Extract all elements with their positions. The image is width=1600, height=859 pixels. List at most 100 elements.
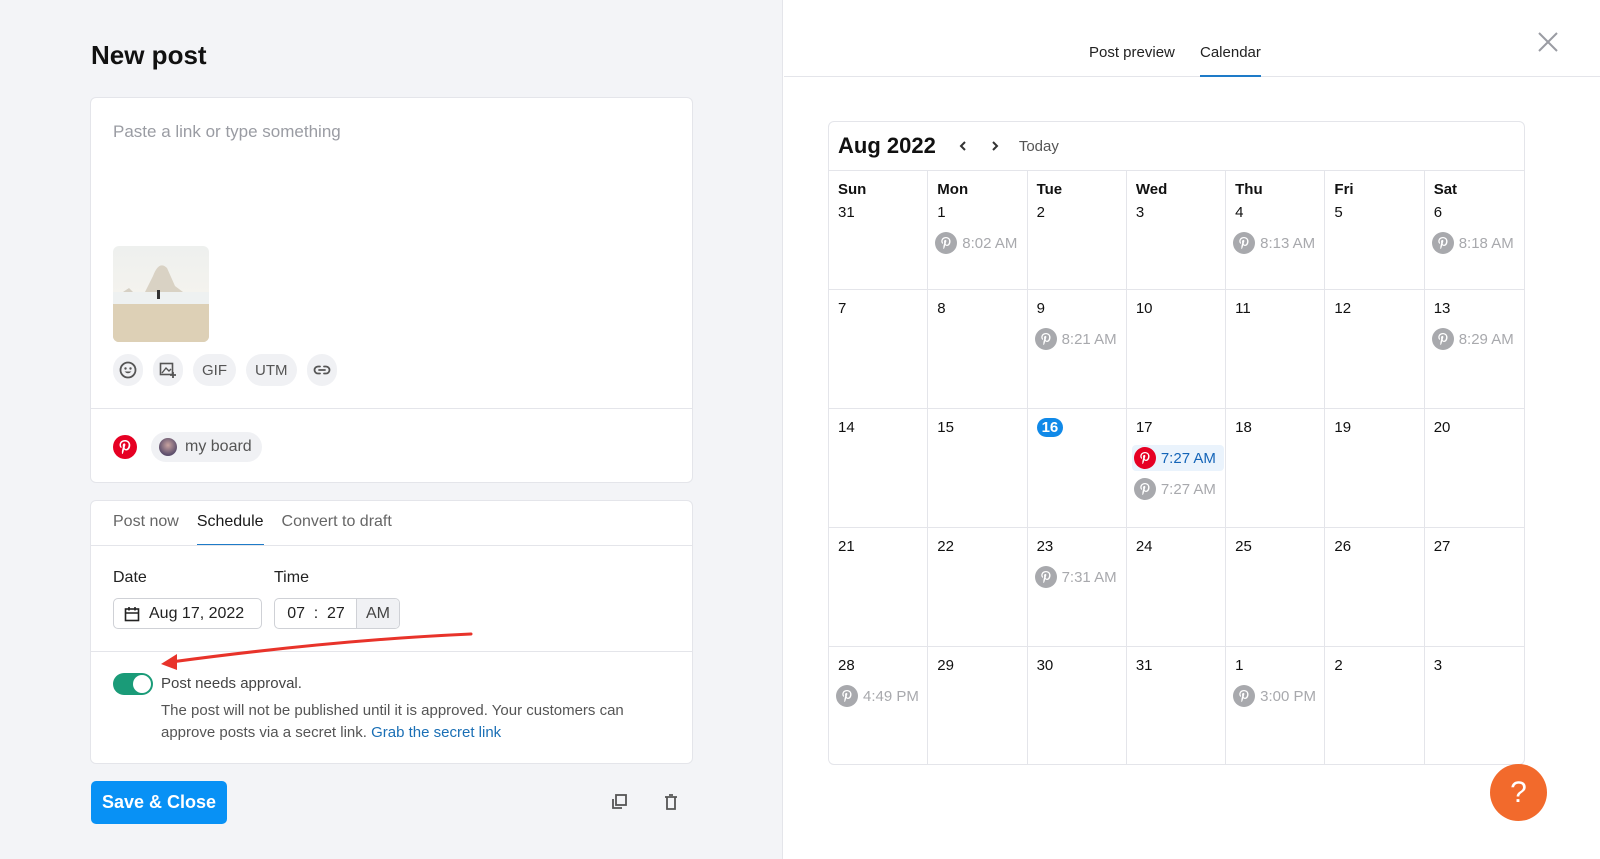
calendar-day-cell[interactable]: Wed 3 <box>1126 171 1227 290</box>
secret-link[interactable]: Grab the secret link <box>371 724 501 741</box>
day-number: 23 <box>1036 538 1054 555</box>
calendar-day-cell[interactable]: 9 8:21 AM <box>1027 290 1127 409</box>
calendar-day-cell[interactable]: 16 <box>1027 409 1127 528</box>
calendar-day-cell[interactable]: 19 <box>1325 409 1425 528</box>
calendar-day-cell[interactable]: 2 <box>1325 647 1425 764</box>
day-number: 5 <box>1334 204 1343 221</box>
calendar-day-cell[interactable]: 15 <box>928 409 1028 528</box>
delete-button[interactable] <box>660 791 682 813</box>
calendar-day-cell[interactable]: Sat 6 8:18 AM <box>1424 171 1524 290</box>
scheduled-post-event[interactable]: 8:02 AM <box>935 230 1026 256</box>
calendar-day-cell[interactable]: Tue 2 <box>1027 171 1127 290</box>
calendar-day-cell[interactable]: 30 <box>1028 647 1127 764</box>
day-number: 12 <box>1334 300 1352 317</box>
prev-month-button[interactable] <box>952 135 974 157</box>
calendar-day-cell[interactable]: Mon 1 8:02 AM <box>928 171 1028 290</box>
calendar-day-cell[interactable]: 11 <box>1226 290 1326 409</box>
day-number: 7 <box>838 300 847 317</box>
calendar-day-cell[interactable]: 25 <box>1226 528 1326 647</box>
tab-convert-to-draft[interactable]: Convert to draft <box>282 501 392 546</box>
calendar-day-cell[interactable]: 24 <box>1126 528 1227 647</box>
duplicate-button[interactable] <box>608 791 630 813</box>
calendar-day-cell[interactable]: 14 <box>829 409 929 528</box>
calendar-day-cell[interactable]: 7 <box>829 290 929 409</box>
date-field[interactable]: Aug 17, 2022 <box>113 598 262 629</box>
weekday-label: Sun <box>838 181 867 198</box>
pinterest-icon <box>1431 328 1454 350</box>
calendar-day-cell[interactable]: 27 <box>1424 528 1524 647</box>
tab-schedule[interactable]: Schedule <box>196 501 264 546</box>
calendar-day-cell[interactable]: 10 <box>1126 290 1227 409</box>
event-time: 8:18 AM <box>1458 234 1514 252</box>
scheduled-post-event[interactable]: 3:00 PM <box>1233 683 1324 709</box>
weekday-label: Thu <box>1235 181 1263 198</box>
calendar-day-cell[interactable]: 20 <box>1424 409 1524 528</box>
day-number: 11 <box>1235 300 1251 317</box>
calendar-day-cell[interactable]: 1 3:00 PM <box>1226 647 1326 764</box>
pinterest-icon[interactable] <box>113 435 137 459</box>
editor-pane: New post Paste a link or type something <box>0 0 783 859</box>
today-button[interactable]: Today <box>1019 138 1059 155</box>
compose-card: Paste a link or type something GIF UTM m… <box>90 97 693 483</box>
duplicate-icon <box>612 794 627 809</box>
help-button[interactable]: ? <box>1490 764 1547 821</box>
minute-input[interactable]: 27 <box>327 605 355 623</box>
link-button[interactable] <box>306 354 337 386</box>
calendar-day-cell[interactable]: 26 <box>1325 528 1425 647</box>
board-chip[interactable]: my board <box>151 432 262 462</box>
calendar-day-cell[interactable]: 17 7:27 AM 7:27 AM <box>1126 409 1227 528</box>
day-number: 10 <box>1135 300 1153 317</box>
event-time: 8:02 AM <box>962 234 1018 252</box>
calendar-day-cell[interactable]: 31 <box>1127 647 1227 764</box>
tab-calendar[interactable]: Calendar <box>1200 44 1261 77</box>
day-number: 3 <box>1135 204 1145 221</box>
ampm-toggle[interactable]: AM <box>356 599 399 628</box>
calendar-day-cell[interactable]: 21 <box>829 528 929 647</box>
gif-button[interactable]: GIF <box>193 354 236 386</box>
calendar-day-cell[interactable]: 23 7:31 AM <box>1027 528 1127 647</box>
calendar-day-cell[interactable]: 12 <box>1325 290 1425 409</box>
day-number: 18 <box>1235 419 1252 436</box>
scheduled-post-event[interactable]: 8:18 AM <box>1431 230 1524 256</box>
close-button[interactable] <box>1536 30 1560 54</box>
day-number: 4 <box>1235 204 1244 221</box>
attached-image[interactable] <box>113 246 209 342</box>
utm-button[interactable]: UTM <box>246 354 297 386</box>
calendar-day-cell[interactable]: Fri 5 <box>1325 171 1425 290</box>
current-post-event[interactable]: 7:27 AM <box>1131 445 1224 471</box>
day-number: 8 <box>937 300 946 317</box>
time-label: Time <box>274 569 309 586</box>
weekday-label: Fri <box>1334 181 1354 198</box>
trash-icon <box>665 794 677 810</box>
calendar-day-cell[interactable]: Sun 31 <box>829 171 929 290</box>
next-month-button[interactable] <box>984 135 1006 157</box>
calendar-day-cell[interactable]: 18 <box>1226 409 1326 528</box>
preview-pane: Post preview Calendar Aug 2022 Today Sun… <box>784 0 1600 859</box>
scheduled-post-event[interactable]: 8:13 AM <box>1233 230 1324 256</box>
tab-post-now[interactable]: Post now <box>113 501 179 546</box>
scheduled-post-event[interactable]: 8:21 AM <box>1034 326 1126 352</box>
calendar-day-cell[interactable]: 22 <box>928 528 1028 647</box>
calendar-day-cell[interactable]: 29 <box>928 647 1028 764</box>
add-media-button[interactable] <box>153 354 183 386</box>
scheduled-post-event[interactable]: 8:29 AM <box>1431 326 1524 352</box>
calendar-day-cell[interactable]: 8 <box>928 290 1028 409</box>
hour-input[interactable]: 07 <box>275 605 305 623</box>
scheduled-post-event[interactable]: 7:31 AM <box>1034 564 1126 590</box>
beach-photo-thumbnail <box>113 246 209 342</box>
weekday-label: Mon <box>937 181 969 198</box>
scheduled-post-event[interactable]: 7:27 AM <box>1133 476 1225 502</box>
tab-post-preview[interactable]: Post preview <box>1089 44 1175 77</box>
emoji-button[interactable] <box>113 354 143 386</box>
day-number: 15 <box>937 419 954 436</box>
calendar-day-cell[interactable]: 28 4:49 PM <box>829 647 929 764</box>
calendar-day-cell[interactable]: 3 <box>1425 647 1524 764</box>
approval-toggle[interactable] <box>113 673 153 695</box>
calendar-day-cell[interactable]: 13 8:29 AM <box>1424 290 1524 409</box>
event-time: 8:29 AM <box>1458 330 1514 348</box>
scheduled-post-event[interactable]: 4:49 PM <box>836 683 927 709</box>
calendar-day-cell[interactable]: Thu 4 8:13 AM <box>1226 171 1326 290</box>
post-text-input[interactable]: Paste a link or type something <box>113 122 341 142</box>
day-number: 2 <box>1334 657 1343 674</box>
save-close-button[interactable]: Save & Close <box>91 781 227 824</box>
